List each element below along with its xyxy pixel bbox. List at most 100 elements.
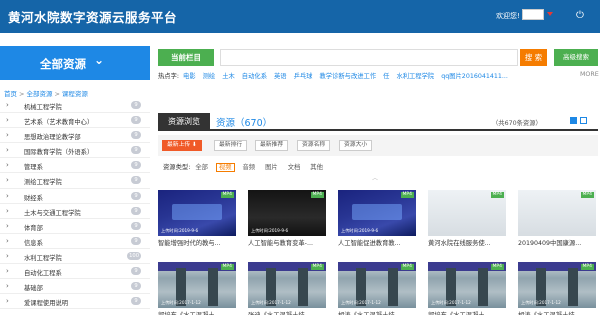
resource-title[interactable]: 胡涛《水工混凝土结...: [338, 310, 416, 315]
hot-tag[interactable]: 自动化系: [242, 73, 267, 80]
type-filter-option[interactable]: 图片: [263, 164, 280, 171]
site-title: 黄河水院数字资源云服务平台: [8, 10, 178, 25]
sort-button[interactable]: 资源大小: [339, 140, 373, 151]
sidebar-item[interactable]: › 测绘工程学院 9: [0, 173, 150, 189]
breadcrumb-all[interactable]: 全部资源: [26, 90, 52, 98]
count-badge: 9: [131, 221, 141, 230]
hot-tag[interactable]: 土木: [222, 73, 235, 80]
sidebar-item[interactable]: › 管理系 9: [0, 158, 150, 174]
logout-icon[interactable]: ⏻: [576, 10, 584, 21]
video-thumbnail[interactable]: MP4: [428, 190, 506, 236]
all-resources-header[interactable]: 全部资源 ⌄: [0, 46, 150, 80]
grid-view-icon[interactable]: [570, 117, 577, 124]
resource-card[interactable]: MP4 上传时间:2019-9-6 人工智能促进教育教...: [338, 190, 416, 247]
format-badge: MP4: [580, 264, 594, 270]
sidebar-item-label: 机械工程学院: [24, 104, 62, 111]
resource-title[interactable]: 张迪《水工混凝土结...: [248, 310, 326, 315]
resource-card[interactable]: MP4 20190409中国康源...: [518, 190, 596, 247]
chevron-down-icon: ⌄: [94, 53, 105, 67]
breadcrumb-course[interactable]: 课程资源: [62, 90, 88, 98]
breadcrumb-home[interactable]: 首页: [4, 90, 17, 98]
hot-tag[interactable]: 乒乓球: [294, 73, 313, 80]
chevron-right-icon: ›: [6, 131, 9, 140]
user-dropdown-icon[interactable]: [547, 12, 553, 16]
sidebar-item[interactable]: › 基础部 9: [0, 279, 150, 295]
user-name-box[interactable]: [522, 9, 544, 20]
chevron-right-icon: ›: [6, 282, 9, 291]
sidebar-item[interactable]: › 自动化工程系 9: [0, 264, 150, 280]
top-bar: 黄河水院数字资源云服务平台 欢迎您! ⏻: [0, 0, 600, 33]
search-input[interactable]: [220, 49, 518, 66]
welcome-text: 欢迎您!: [496, 12, 520, 20]
video-thumbnail[interactable]: MP4 上传时间:2017-1-12: [248, 262, 326, 308]
tab-resource-browse[interactable]: 资源浏览: [158, 113, 210, 131]
hot-tag[interactable]: 英语: [274, 73, 287, 80]
type-filter-option[interactable]: 视频: [215, 163, 235, 172]
sidebar-item[interactable]: › 爱课程使用说明 9: [0, 294, 150, 310]
sidebar-item[interactable]: › 水利工程学院 100: [0, 249, 150, 265]
upload-time: 上传时间:2017-1-12: [251, 300, 291, 305]
type-filter-option[interactable]: 文档: [286, 164, 303, 171]
format-badge: MP4: [580, 192, 594, 198]
sidebar-item[interactable]: › 体育部 9: [0, 219, 150, 234]
sort-button[interactable]: 最新推荐: [255, 140, 289, 151]
resource-title[interactable]: 郭培东《水工混凝土...: [158, 310, 236, 315]
chevron-right-icon: ›: [6, 116, 9, 125]
type-filter-option[interactable]: 全部: [193, 164, 210, 171]
collapse-chevron-icon[interactable]: ︿: [372, 173, 378, 182]
resource-card[interactable]: MP4 上传时间:2019-9-6 智能增强时代的教与...: [158, 190, 236, 247]
type-filter: 资源类型: 全部 视频 音频 图片 文档 其他: [163, 162, 331, 172]
type-filter-option[interactable]: 其他: [308, 164, 325, 171]
hot-tag[interactable]: 电影: [183, 73, 196, 80]
hot-more-link[interactable]: MORE: [580, 71, 599, 78]
video-thumbnail[interactable]: MP4 上传时间:2019-9-6: [248, 190, 326, 236]
resource-title[interactable]: 20190409中国康源...: [518, 238, 596, 247]
sort-button[interactable]: 最新排行: [214, 140, 248, 151]
video-thumbnail[interactable]: MP4 上传时间:2017-1-12: [158, 262, 236, 308]
advanced-search-button[interactable]: 高级搜索: [554, 49, 598, 66]
video-thumbnail[interactable]: MP4 上传时间:2019-9-6: [158, 190, 236, 236]
type-filter-option[interactable]: 音频: [241, 164, 258, 171]
sidebar-item[interactable]: › 信息系 9: [0, 234, 150, 249]
resource-card[interactable]: MP4 上传时间:2017-1-12 郭培东《水工混凝土...: [428, 262, 506, 315]
hot-tag[interactable]: qq图片2016041411...: [441, 73, 508, 80]
sidebar-item[interactable]: › 财经系 9: [0, 189, 150, 204]
video-thumbnail[interactable]: MP4 上传时间:2017-1-12: [428, 262, 506, 308]
sidebar-item[interactable]: › 机械工程学院 9: [0, 98, 150, 114]
count-badge: 9: [131, 282, 141, 291]
resource-card[interactable]: MP4 上传时间:2017-1-12 胡涛《水工混凝土结...: [338, 262, 416, 315]
sidebar-item[interactable]: › 国际教育学院（外语系） 9: [0, 143, 150, 159]
resource-card[interactable]: MP4 上传时间:2017-1-12 胡涛《水工混凝土结...: [518, 262, 596, 315]
resource-title[interactable]: 智能增强时代的教与...: [158, 238, 236, 247]
resource-card[interactable]: MP4 黄河水院在线服务使...: [428, 190, 506, 247]
resource-title[interactable]: 黄河水院在线服务使...: [428, 238, 506, 247]
video-thumbnail[interactable]: MP4 上传时间:2017-1-12: [338, 262, 416, 308]
tab-resources[interactable]: 资源（670）: [216, 115, 272, 129]
sidebar-item[interactable]: › 土木与交通工程学院 9: [0, 204, 150, 219]
hot-tag[interactable]: 教学诊断与改进工作: [319, 73, 376, 80]
breadcrumb: 首页 > 全部资源 > 课程资源: [4, 90, 88, 98]
resource-card[interactable]: MP4 上传时间:2017-1-12 张迪《水工混凝土结...: [248, 262, 326, 315]
resource-title[interactable]: 郭培东《水工混凝土...: [428, 310, 506, 315]
resource-card[interactable]: MP4 上传时间:2019-9-6 人工智能与教育变革-...: [248, 190, 326, 247]
video-thumbnail[interactable]: MP4 上传时间:2017-1-12: [518, 262, 596, 308]
video-thumbnail[interactable]: MP4: [518, 190, 596, 236]
sidebar-item[interactable]: › 艺术系（艺术教育中心） 9: [0, 113, 150, 129]
sort-button[interactable]: 资源名称: [297, 140, 331, 151]
chevron-right-icon: ›: [6, 101, 9, 109]
resource-title[interactable]: 人工智能与教育变革-...: [248, 238, 326, 247]
upload-time: 上传时间:2019-9-6: [251, 228, 289, 233]
current-column-button[interactable]: 当前栏目: [158, 49, 214, 66]
sort-button[interactable]: 最新上传 ⬇: [162, 140, 202, 151]
list-view-icon[interactable]: [580, 117, 587, 124]
resource-card[interactable]: MP4 上传时间:2017-1-12 郭培东《水工混凝土...: [158, 262, 236, 315]
sidebar-item[interactable]: › 思想政治理论教学部 9: [0, 128, 150, 144]
hot-tag[interactable]: 水利工程学院: [396, 73, 434, 80]
video-thumbnail[interactable]: MP4 上传时间:2019-9-6: [338, 190, 416, 236]
search-button[interactable]: 搜 索: [520, 49, 547, 66]
upload-time: 上传时间:2017-1-12: [341, 300, 381, 305]
hot-tag[interactable]: 任: [383, 73, 389, 80]
hot-tag[interactable]: 测绘: [203, 73, 216, 80]
resource-title[interactable]: 胡涛《水工混凝土结...: [518, 310, 596, 315]
resource-title[interactable]: 人工智能促进教育教...: [338, 238, 416, 247]
